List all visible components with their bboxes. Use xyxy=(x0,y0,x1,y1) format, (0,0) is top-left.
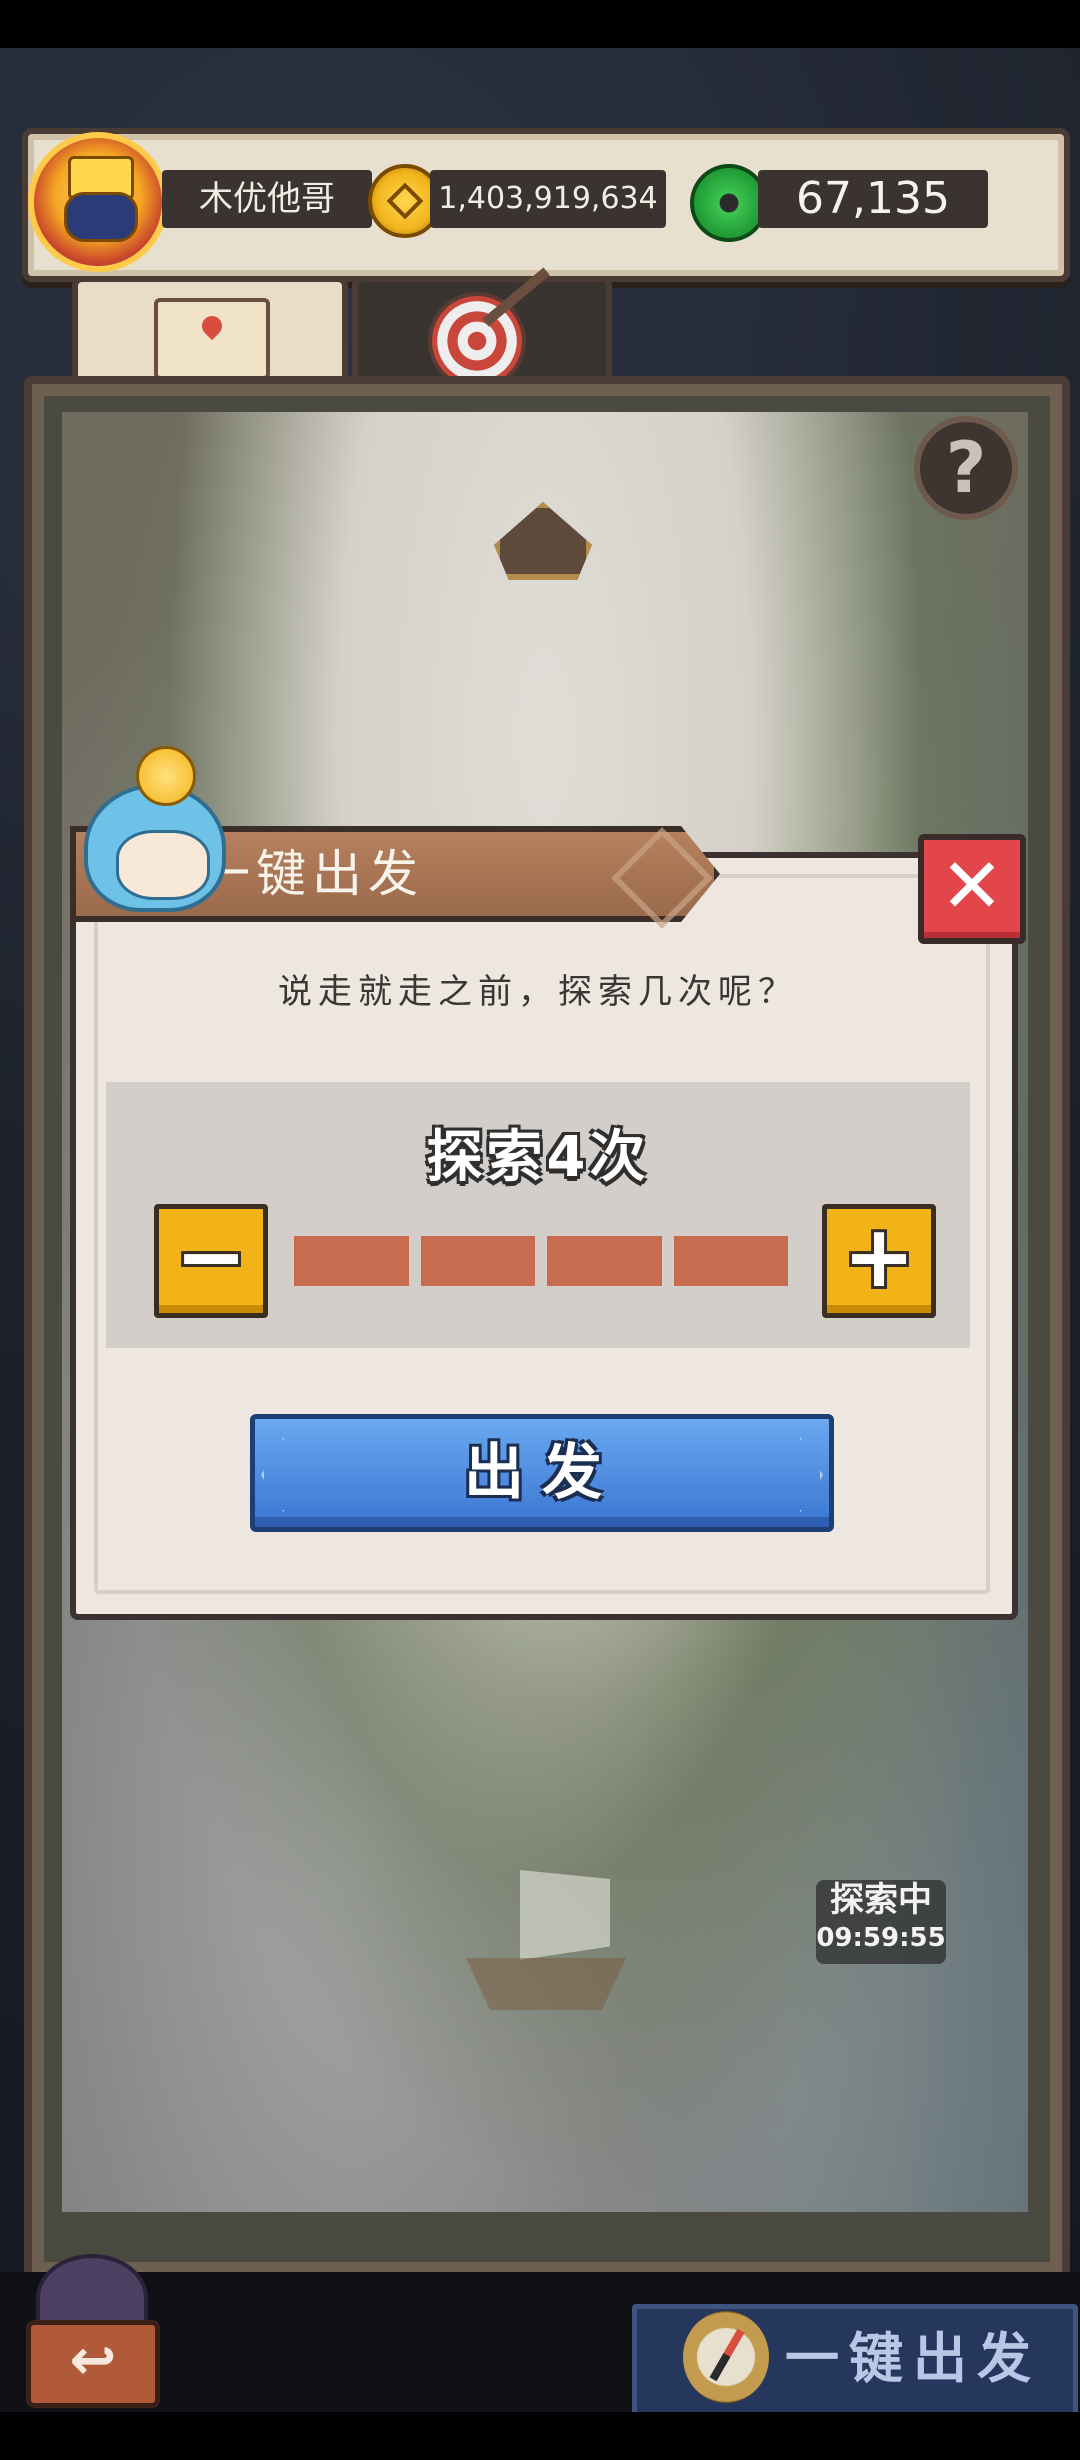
increase-button[interactable]: + xyxy=(822,1204,936,1318)
quick-depart-label: 一键出发 xyxy=(785,2327,1041,2390)
coin-count: 1,403,919,634 xyxy=(430,170,666,228)
ship-sail xyxy=(520,1870,610,1960)
explore-status-label: 探索中 xyxy=(830,1880,932,1920)
count-segment xyxy=(420,1236,535,1286)
close-button[interactable]: ✕ xyxy=(918,834,1026,944)
count-progress-bar[interactable] xyxy=(294,1236,788,1286)
mascot-image xyxy=(70,744,230,914)
back-button[interactable]: ↩ xyxy=(18,2254,160,2410)
map-icon xyxy=(154,298,270,380)
depart-button-label: 出发 xyxy=(464,1438,620,1508)
explore-timer: 09:59:55 xyxy=(816,1923,946,1953)
explore-count-label: 探索4次 xyxy=(426,1125,650,1190)
explore-status-badge[interactable]: 探索中 09:59:55 xyxy=(816,1880,946,1964)
mascot-face xyxy=(116,830,210,900)
chevron-left-icon xyxy=(261,1437,284,1513)
back-icon: ↩ xyxy=(26,2320,160,2408)
compass-icon xyxy=(683,2311,769,2403)
decrease-button[interactable]: − xyxy=(154,1204,268,1318)
chevron-right-icon xyxy=(800,1437,823,1513)
tab-target[interactable] xyxy=(352,267,612,392)
quick-depart-button[interactable]: 一键出发 xyxy=(632,2304,1078,2420)
dialog-prompt: 说走就走之前，探索几次呢？ xyxy=(278,972,798,1012)
count-segment xyxy=(547,1236,662,1286)
system-nav-bar xyxy=(0,2412,1080,2460)
star-icon xyxy=(136,746,196,806)
player-avatar[interactable] xyxy=(28,132,168,272)
mask-icon xyxy=(64,192,138,242)
depart-button[interactable]: 出发 xyxy=(250,1414,834,1532)
player-name: 木优他哥 xyxy=(162,170,372,228)
jade-icon xyxy=(690,164,768,242)
jade-count: 67,135 xyxy=(758,170,988,228)
count-segment xyxy=(294,1236,409,1286)
help-button[interactable]: ? xyxy=(914,416,1018,520)
dialog-title: 一键出发 xyxy=(200,845,424,903)
count-segment xyxy=(673,1236,788,1286)
status-bar xyxy=(0,0,1080,48)
